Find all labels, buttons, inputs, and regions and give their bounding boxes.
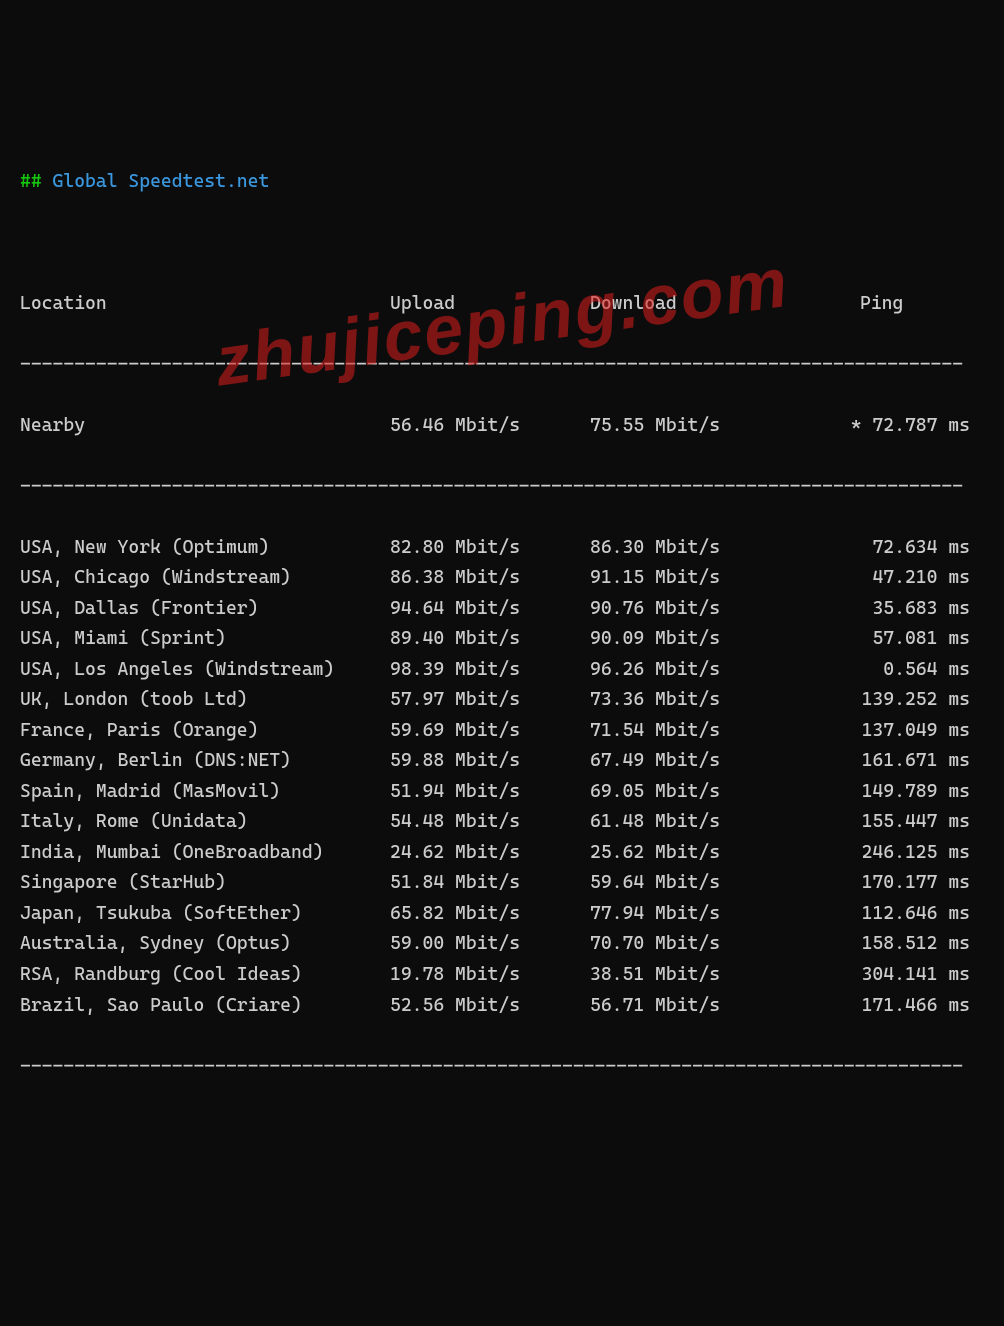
row-ping: 139.252 ms [790,685,990,716]
row-download: 67.49 Mbit/s [590,746,790,777]
terminal-output: ## Global Speedtest.net LocationUploadDo… [20,136,984,1113]
row-location: Spain, Madrid (MasMovil) [20,777,390,808]
row-download: 38.51 Mbit/s [590,960,790,991]
row-location: India, Mumbai (OneBroadband) [20,838,390,869]
row-location: USA, New York (Optimum) [20,533,390,564]
row-ping: 161.671 ms [790,746,990,777]
title-line: ## Global Speedtest.net [20,167,984,198]
row-location: Brazil, Sao Paulo (Criare) [20,991,390,1022]
row-ping: 72.634 ms [790,533,990,564]
row-upload: 94.64 Mbit/s [390,594,590,625]
row-location: Australia, Sydney (Optus) [20,929,390,960]
row-location: Japan, Tsukuba (SoftEther) [20,899,390,930]
row-download: 86.30 Mbit/s [590,533,790,564]
row-upload: 54.48 Mbit/s [390,807,590,838]
table-row: France, Paris (Orange)59.69 Mbit/s71.54 … [20,716,984,747]
row-upload: 24.62 Mbit/s [390,838,590,869]
row-download: 69.05 Mbit/s [590,777,790,808]
row-download: 59.64 Mbit/s [590,868,790,899]
row-download: 73.36 Mbit/s [590,685,790,716]
nearby-ping: * 72.787 ms [790,411,990,442]
table-row: USA, New York (Optimum)82.80 Mbit/s86.30… [20,533,984,564]
row-location: Italy, Rome (Unidata) [20,807,390,838]
row-ping: 149.789 ms [790,777,990,808]
row-location: France, Paris (Orange) [20,716,390,747]
row-ping: 0.564 ms [790,655,990,686]
separator-line: ----------------------------------------… [20,1052,984,1083]
row-location: USA, Chicago (Windstream) [20,563,390,594]
row-download: 70.70 Mbit/s [590,929,790,960]
table-row: USA, Miami (Sprint)89.40 Mbit/s90.09 Mbi… [20,624,984,655]
row-upload: 59.88 Mbit/s [390,746,590,777]
row-download: 90.09 Mbit/s [590,624,790,655]
nearby-upload: 56.46 Mbit/s [390,411,590,442]
table-row: Singapore (StarHub)51.84 Mbit/s59.64 Mbi… [20,868,984,899]
row-ping: 170.177 ms [790,868,990,899]
nearby-download: 75.55 Mbit/s [590,411,790,442]
row-download: 71.54 Mbit/s [590,716,790,747]
row-ping: 246.125 ms [790,838,990,869]
header-upload: Upload [390,289,590,320]
row-upload: 19.78 Mbit/s [390,960,590,991]
table-row: Japan, Tsukuba (SoftEther)65.82 Mbit/s77… [20,899,984,930]
table-row: RSA, Randburg (Cool Ideas)19.78 Mbit/s38… [20,960,984,991]
table-row: UK, London (toob Ltd)57.97 Mbit/s73.36 M… [20,685,984,716]
blank-line [20,228,984,259]
row-location: USA, Los Angeles (Windstream) [20,655,390,686]
row-download: 96.26 Mbit/s [590,655,790,686]
nearby-location: Nearby [20,411,390,442]
row-download: 91.15 Mbit/s [590,563,790,594]
table-row: Germany, Berlin (DNS:NET)59.88 Mbit/s67.… [20,746,984,777]
row-download: 25.62 Mbit/s [590,838,790,869]
row-location: UK, London (toob Ltd) [20,685,390,716]
row-upload: 52.56 Mbit/s [390,991,590,1022]
table-row: USA, Los Angeles (Windstream)98.39 Mbit/… [20,655,984,686]
row-ping: 137.049 ms [790,716,990,747]
row-download: 77.94 Mbit/s [590,899,790,930]
row-upload: 51.84 Mbit/s [390,868,590,899]
nearby-row: Nearby56.46 Mbit/s75.55 Mbit/s* 72.787 m… [20,411,984,442]
row-upload: 86.38 Mbit/s [390,563,590,594]
table-row: Australia, Sydney (Optus)59.00 Mbit/s70.… [20,929,984,960]
title-hash: ## [20,171,42,192]
row-ping: 57.081 ms [790,624,990,655]
header-row: LocationUploadDownloadPing [20,289,984,320]
row-ping: 112.646 ms [790,899,990,930]
row-ping: 35.683 ms [790,594,990,625]
row-upload: 82.80 Mbit/s [390,533,590,564]
table-row: Brazil, Sao Paulo (Criare)52.56 Mbit/s56… [20,991,984,1022]
row-upload: 57.97 Mbit/s [390,685,590,716]
row-upload: 59.69 Mbit/s [390,716,590,747]
table-row: USA, Dallas (Frontier)94.64 Mbit/s90.76 … [20,594,984,625]
row-location: Germany, Berlin (DNS:NET) [20,746,390,777]
row-upload: 89.40 Mbit/s [390,624,590,655]
row-location: Singapore (StarHub) [20,868,390,899]
row-download: 61.48 Mbit/s [590,807,790,838]
title-text: Global Speedtest.net [53,171,270,192]
row-location: USA, Miami (Sprint) [20,624,390,655]
row-upload: 51.94 Mbit/s [390,777,590,808]
row-ping: 47.210 ms [790,563,990,594]
header-ping: Ping [790,289,990,320]
table-row: Spain, Madrid (MasMovil)51.94 Mbit/s69.0… [20,777,984,808]
row-upload: 98.39 Mbit/s [390,655,590,686]
row-location: RSA, Randburg (Cool Ideas) [20,960,390,991]
row-upload: 65.82 Mbit/s [390,899,590,930]
row-upload: 59.00 Mbit/s [390,929,590,960]
table-row: India, Mumbai (OneBroadband)24.62 Mbit/s… [20,838,984,869]
row-download: 90.76 Mbit/s [590,594,790,625]
row-location: USA, Dallas (Frontier) [20,594,390,625]
row-ping: 171.466 ms [790,991,990,1022]
table-row: USA, Chicago (Windstream)86.38 Mbit/s91.… [20,563,984,594]
separator-line: ----------------------------------------… [20,350,984,381]
row-ping: 304.141 ms [790,960,990,991]
separator-line: ----------------------------------------… [20,472,984,503]
row-download: 56.71 Mbit/s [590,991,790,1022]
header-download: Download [590,289,790,320]
header-location: Location [20,289,390,320]
row-ping: 155.447 ms [790,807,990,838]
row-ping: 158.512 ms [790,929,990,960]
table-row: Italy, Rome (Unidata)54.48 Mbit/s61.48 M… [20,807,984,838]
